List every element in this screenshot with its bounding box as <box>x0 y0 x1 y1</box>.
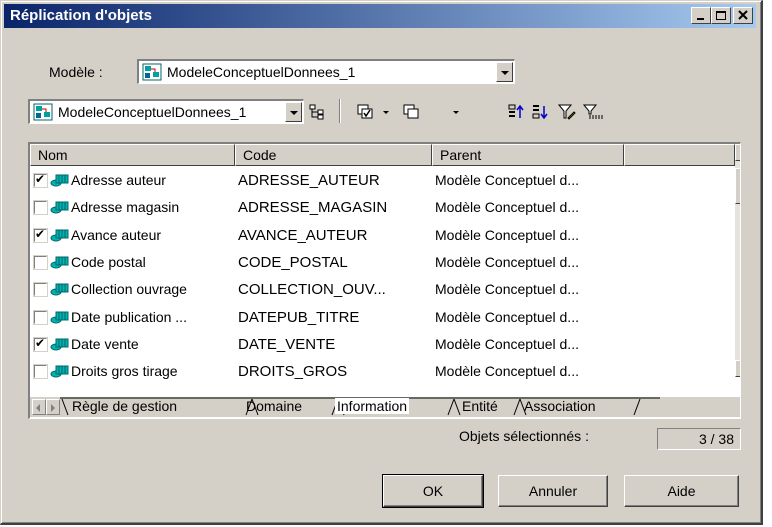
row-checkbox[interactable] <box>33 200 48 216</box>
row-code: ADRESSE_MAGASIN <box>238 199 388 217</box>
row-checkbox[interactable] <box>33 309 48 325</box>
close-icon <box>738 10 748 20</box>
row-name: Collection ouvrage <box>71 281 187 298</box>
row-parent: Modèle Conceptuel d... <box>435 308 579 325</box>
model-icon <box>33 103 53 121</box>
deselect-all-icon[interactable] <box>403 104 421 120</box>
row-code: AVANCE_AUTEUR <box>238 226 368 244</box>
object-list[interactable]: Nom Code Parent Adresse auteur ADRESSE_AU… <box>28 142 741 419</box>
list-header: Nom Code Parent <box>30 144 735 166</box>
row-checkbox[interactable] <box>33 172 48 188</box>
scroll-up-button[interactable] <box>735 144 740 161</box>
replication-dialog: Réplication d'objets Modèle : ModeleConc… <box>0 0 763 525</box>
table-row[interactable]: Code postal CODE_POSTAL Modèle Conceptuel … <box>30 249 736 276</box>
row-name: Adresse auteur <box>71 172 166 188</box>
tree-hierarchy-icon[interactable] <box>309 104 325 120</box>
row-code: DATEPUB_TITRE <box>238 308 360 326</box>
information-icon <box>50 256 69 269</box>
model-label: Modèle : <box>49 64 103 80</box>
table-row[interactable]: Date vente DATE_VENTE Modèle Conceptuel d.… <box>30 331 736 358</box>
table-row[interactable]: Avance auteur AVANCE_AUTEUR Modèle Concept… <box>30 222 736 249</box>
table-row[interactable]: Adresse magasin ADRESSE_MAGASIN Modèle Con… <box>30 194 736 221</box>
window-title: Réplication d'objets <box>10 7 152 24</box>
package-combobox[interactable]: ModeleConceptuelDonnees_1 <box>28 99 304 124</box>
row-code: DATE_VENTE <box>238 335 336 353</box>
select-all-dropdown-arrow[interactable] <box>383 111 389 114</box>
row-name: Date vente <box>71 335 139 352</box>
information-icon <box>50 174 69 187</box>
row-name: Date publication ... <box>71 308 187 325</box>
cancel-button[interactable]: Annuler <box>498 475 608 507</box>
model-dropdown-button[interactable] <box>496 62 513 82</box>
row-parent: Modèle Conceptuel d... <box>435 226 579 243</box>
selected-count-value: 3 / 38 <box>657 428 741 450</box>
move-to-bottom-icon[interactable] <box>532 104 548 120</box>
package-combobox-value: ModeleConceptuelDonnees_1 <box>58 104 247 120</box>
row-code: COLLECTION_OUV... <box>238 281 386 299</box>
row-checkbox[interactable] <box>33 227 48 243</box>
title-bar: Réplication d'objets <box>4 4 756 28</box>
scroll-thumb[interactable] <box>735 168 740 204</box>
ok-button[interactable]: OK <box>382 474 484 508</box>
row-name: Droits gros tirage <box>71 363 178 380</box>
tab-scroll-left-button[interactable] <box>32 399 46 415</box>
row-code: DROITS_GROS <box>238 363 348 381</box>
close-button[interactable] <box>733 7 753 24</box>
table-row[interactable]: Date publication ... DATEPUB_TITRE Modèle … <box>30 304 736 331</box>
tab-entite[interactable]: Entité <box>462 398 498 414</box>
model-combobox[interactable]: ModeleConceptuelDonnees_1 <box>137 59 515 84</box>
help-button[interactable]: Aide <box>624 475 739 507</box>
information-icon <box>50 338 69 351</box>
column-header-parent[interactable]: Parent <box>432 144 624 166</box>
column-header-nom[interactable]: Nom <box>30 144 235 166</box>
tab-regle-de-gestion[interactable]: Règle de gestion <box>72 398 177 414</box>
information-icon <box>50 311 69 323</box>
tab-domaine[interactable]: Domaine <box>246 398 302 414</box>
row-parent: Modèle Conceptuel d... <box>435 199 579 216</box>
move-to-top-icon[interactable] <box>508 104 524 120</box>
column-header-empty <box>624 144 735 166</box>
maximize-icon <box>716 11 726 20</box>
row-parent: Modèle Conceptuel d... <box>435 335 579 352</box>
minimize-button[interactable] <box>691 7 711 24</box>
table-row[interactable]: Collection ouvrage COLLECTION_OUV... Modèl… <box>30 276 736 303</box>
object-type-tabs: Règle de gestion Domaine Information Ent… <box>30 397 740 417</box>
vertical-scrollbar[interactable] <box>735 144 740 377</box>
minimize-icon <box>697 18 704 20</box>
scroll-down-button[interactable] <box>735 360 740 377</box>
row-parent: Modèle Conceptuel d... <box>435 281 579 298</box>
clear-filter-icon[interactable] <box>583 104 605 120</box>
deselect-all-dropdown-arrow[interactable] <box>453 111 459 114</box>
row-parent: Modèle Conceptuel d... <box>435 172 579 188</box>
row-parent: Modèle Conceptuel d... <box>435 363 579 380</box>
row-checkbox[interactable] <box>33 336 48 352</box>
tab-association[interactable]: Association <box>524 398 596 414</box>
row-checkbox[interactable] <box>33 282 48 298</box>
tab-scroll-right-button[interactable] <box>46 399 60 415</box>
row-checkbox[interactable] <box>33 364 48 380</box>
selected-count-label: Objets sélectionnés : <box>459 428 589 444</box>
toolbar-separator <box>339 99 341 123</box>
package-dropdown-button[interactable] <box>285 102 302 122</box>
row-name: Avance auteur <box>71 226 162 243</box>
row-code: CODE_POSTAL <box>238 253 348 271</box>
information-icon <box>50 229 69 242</box>
information-icon <box>50 201 69 214</box>
row-code: ADRESSE_AUTEUR <box>238 172 380 189</box>
row-name: Adresse magasin <box>71 199 180 216</box>
row-checkbox[interactable] <box>33 254 48 270</box>
information-icon <box>50 365 69 378</box>
row-name: Code postal <box>71 253 146 270</box>
maximize-button[interactable] <box>711 7 731 24</box>
select-all-icon[interactable] <box>357 104 375 120</box>
filter-icon[interactable] <box>558 104 576 120</box>
information-icon <box>50 283 69 296</box>
table-row[interactable]: Adresse auteur ADRESSE_AUTEUR Modèle Conce… <box>30 167 736 194</box>
tab-information[interactable]: Information <box>335 398 410 414</box>
row-parent: Modèle Conceptuel d... <box>435 253 579 270</box>
model-icon <box>142 63 162 81</box>
model-combobox-value: ModeleConceptuelDonnees_1 <box>167 64 356 80</box>
table-row[interactable]: Droits gros tirage DROITS_GROS Modèle Conc… <box>30 358 736 385</box>
column-header-code[interactable]: Code <box>235 144 432 166</box>
